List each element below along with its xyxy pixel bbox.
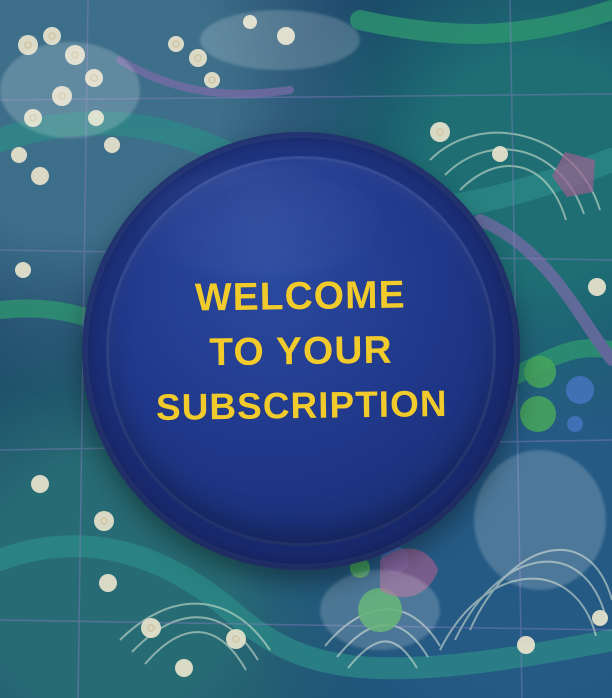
scene: WELCOME TO YOUR SUBSCRIPTION — [0, 0, 612, 698]
subscription-line: SUBSCRIPTION — [155, 382, 448, 429]
lid-message: WELCOME TO YOUR SUBSCRIPTION — [81, 273, 521, 429]
to-your-line: TO YOUR — [209, 328, 393, 375]
lid-highlight — [134, 166, 384, 276]
welcome-line: WELCOME — [194, 273, 406, 320]
blue-round-lid: WELCOME TO YOUR SUBSCRIPTION — [82, 132, 520, 570]
